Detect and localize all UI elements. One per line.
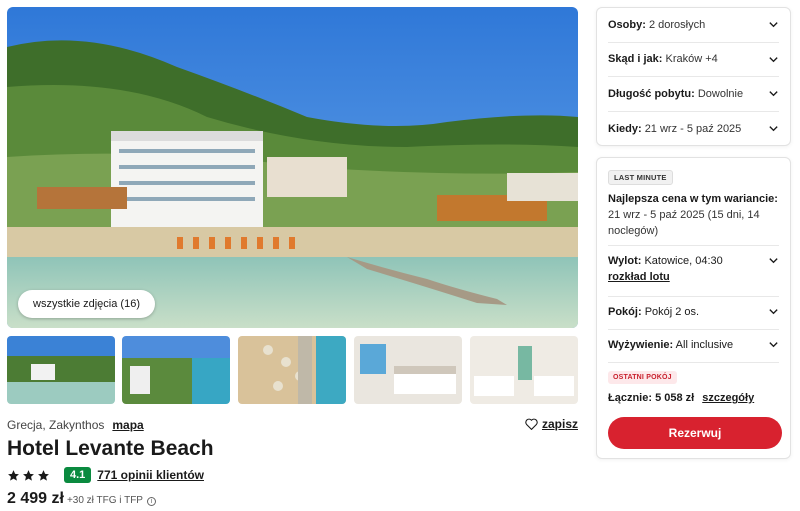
map-link[interactable]: mapa [112, 418, 143, 432]
score-badge: 4.1 [64, 467, 92, 483]
flight-schedule-link[interactable]: rozkład lotu [608, 271, 723, 283]
price: 2 499 zł [7, 490, 64, 507]
departure-value: Katowice, 04:30 [644, 255, 723, 267]
chevron-down-icon [769, 22, 778, 28]
offer-panel: LAST MINUTE Najlepsza cena w tym warianc… [596, 157, 791, 459]
room-label: Pokój: [608, 306, 642, 318]
star-icon [38, 469, 49, 481]
divider [608, 329, 779, 330]
total-value: 5 058 zł [655, 392, 695, 404]
filter-value: Kraków +4 [665, 53, 718, 66]
total-row: Łącznie: 5 058 zł szczegóły [608, 392, 754, 404]
reserve-button[interactable]: Rezerwuj [608, 417, 782, 449]
filter-value: Dowolnie [697, 87, 744, 100]
filter-label: Osoby: [608, 18, 646, 31]
heart-icon [525, 418, 538, 430]
price-row: 2 499 zł +30 zł TFG i TFP i [7, 490, 156, 508]
thumbnail-room-interior[interactable] [470, 336, 578, 404]
chevron-down-icon [769, 309, 778, 315]
divider [608, 296, 779, 297]
best-price-info: Najlepsza cena w tym wariancie: 21 wrz -… [608, 191, 783, 239]
star-rating [7, 469, 50, 482]
reviews-link[interactable]: 771 opinii klientów [97, 468, 204, 482]
room-value: Pokój 2 os. [644, 306, 700, 318]
last-minute-badge: LAST MINUTE [608, 170, 673, 185]
filter-departure[interactable]: Skąd i jak: Kraków +4 [608, 43, 779, 77]
best-price-label: Najlepsza cena w tym wariancie: [608, 193, 778, 205]
rating-row: 4.1 771 opinii klientów [7, 467, 204, 483]
departure-row[interactable]: Wylot: Katowice, 04:30 rozkład lotu [608, 255, 779, 283]
departure-label: Wylot: [608, 255, 642, 267]
filter-label: Kiedy: [608, 122, 642, 135]
price-extra: +30 zł TFG i TFP [66, 495, 143, 506]
location-row: Grecja, Zakynthos mapa [7, 418, 144, 432]
details-link[interactable]: szczegóły [702, 392, 754, 404]
total-label: Łącznie: [608, 392, 653, 404]
divider [608, 362, 779, 363]
thumbnail-beach-umbrellas[interactable] [238, 336, 346, 404]
filter-label: Długość pobytu: [608, 87, 695, 100]
filter-duration[interactable]: Długość pobytu: Dowolnie [608, 77, 779, 112]
filter-persons[interactable]: Osoby: 2 dorosłych [608, 8, 779, 43]
star-icon [8, 469, 19, 481]
hotel-name: Hotel Levante Beach [7, 437, 214, 460]
chevron-down-icon [769, 91, 778, 97]
chevron-down-icon [769, 258, 778, 264]
location-text: Grecja, Zakynthos [7, 418, 105, 432]
thumbnail-coast-aerial[interactable] [122, 336, 230, 404]
chevron-down-icon [769, 56, 778, 63]
room-row[interactable]: Pokój: Pokój 2 os. [608, 306, 779, 318]
board-row[interactable]: Wyżywienie: All inclusive [608, 339, 779, 351]
search-filters-panel: Osoby: 2 dorosłych Skąd i jak: Kraków +4… [596, 7, 791, 146]
filter-label: Skąd i jak: [608, 53, 663, 66]
filter-value: 21 wrz - 5 paź 2025 [644, 122, 742, 135]
filter-value: 2 dorosłych [648, 18, 706, 31]
main-hotel-photo[interactable]: wszystkie zdjęcia (16) [7, 7, 578, 328]
save-button[interactable]: zapisz [525, 417, 578, 431]
filter-dates[interactable]: Kiedy: 21 wrz - 5 paź 2025 [608, 112, 779, 147]
info-icon[interactable]: i [146, 497, 156, 506]
chevron-down-icon [769, 126, 778, 132]
last-room-badge: OSTATNI POKÓJ [608, 371, 677, 384]
thumbnail-strip [7, 336, 578, 404]
best-price-dates: 21 wrz - 5 paź 2025 (15 dni, 14 noclegów… [608, 209, 760, 237]
all-photos-button[interactable]: wszystkie zdjęcia (16) [18, 290, 155, 318]
divider [608, 245, 779, 246]
board-value: All inclusive [675, 339, 734, 351]
save-label: zapisz [541, 417, 578, 431]
thumbnail-room-balcony[interactable] [354, 336, 462, 404]
chevron-down-icon [769, 342, 778, 348]
thumbnail-beach-hotel[interactable] [7, 336, 115, 404]
board-label: Wyżywienie: [608, 339, 674, 351]
star-icon [23, 469, 34, 481]
